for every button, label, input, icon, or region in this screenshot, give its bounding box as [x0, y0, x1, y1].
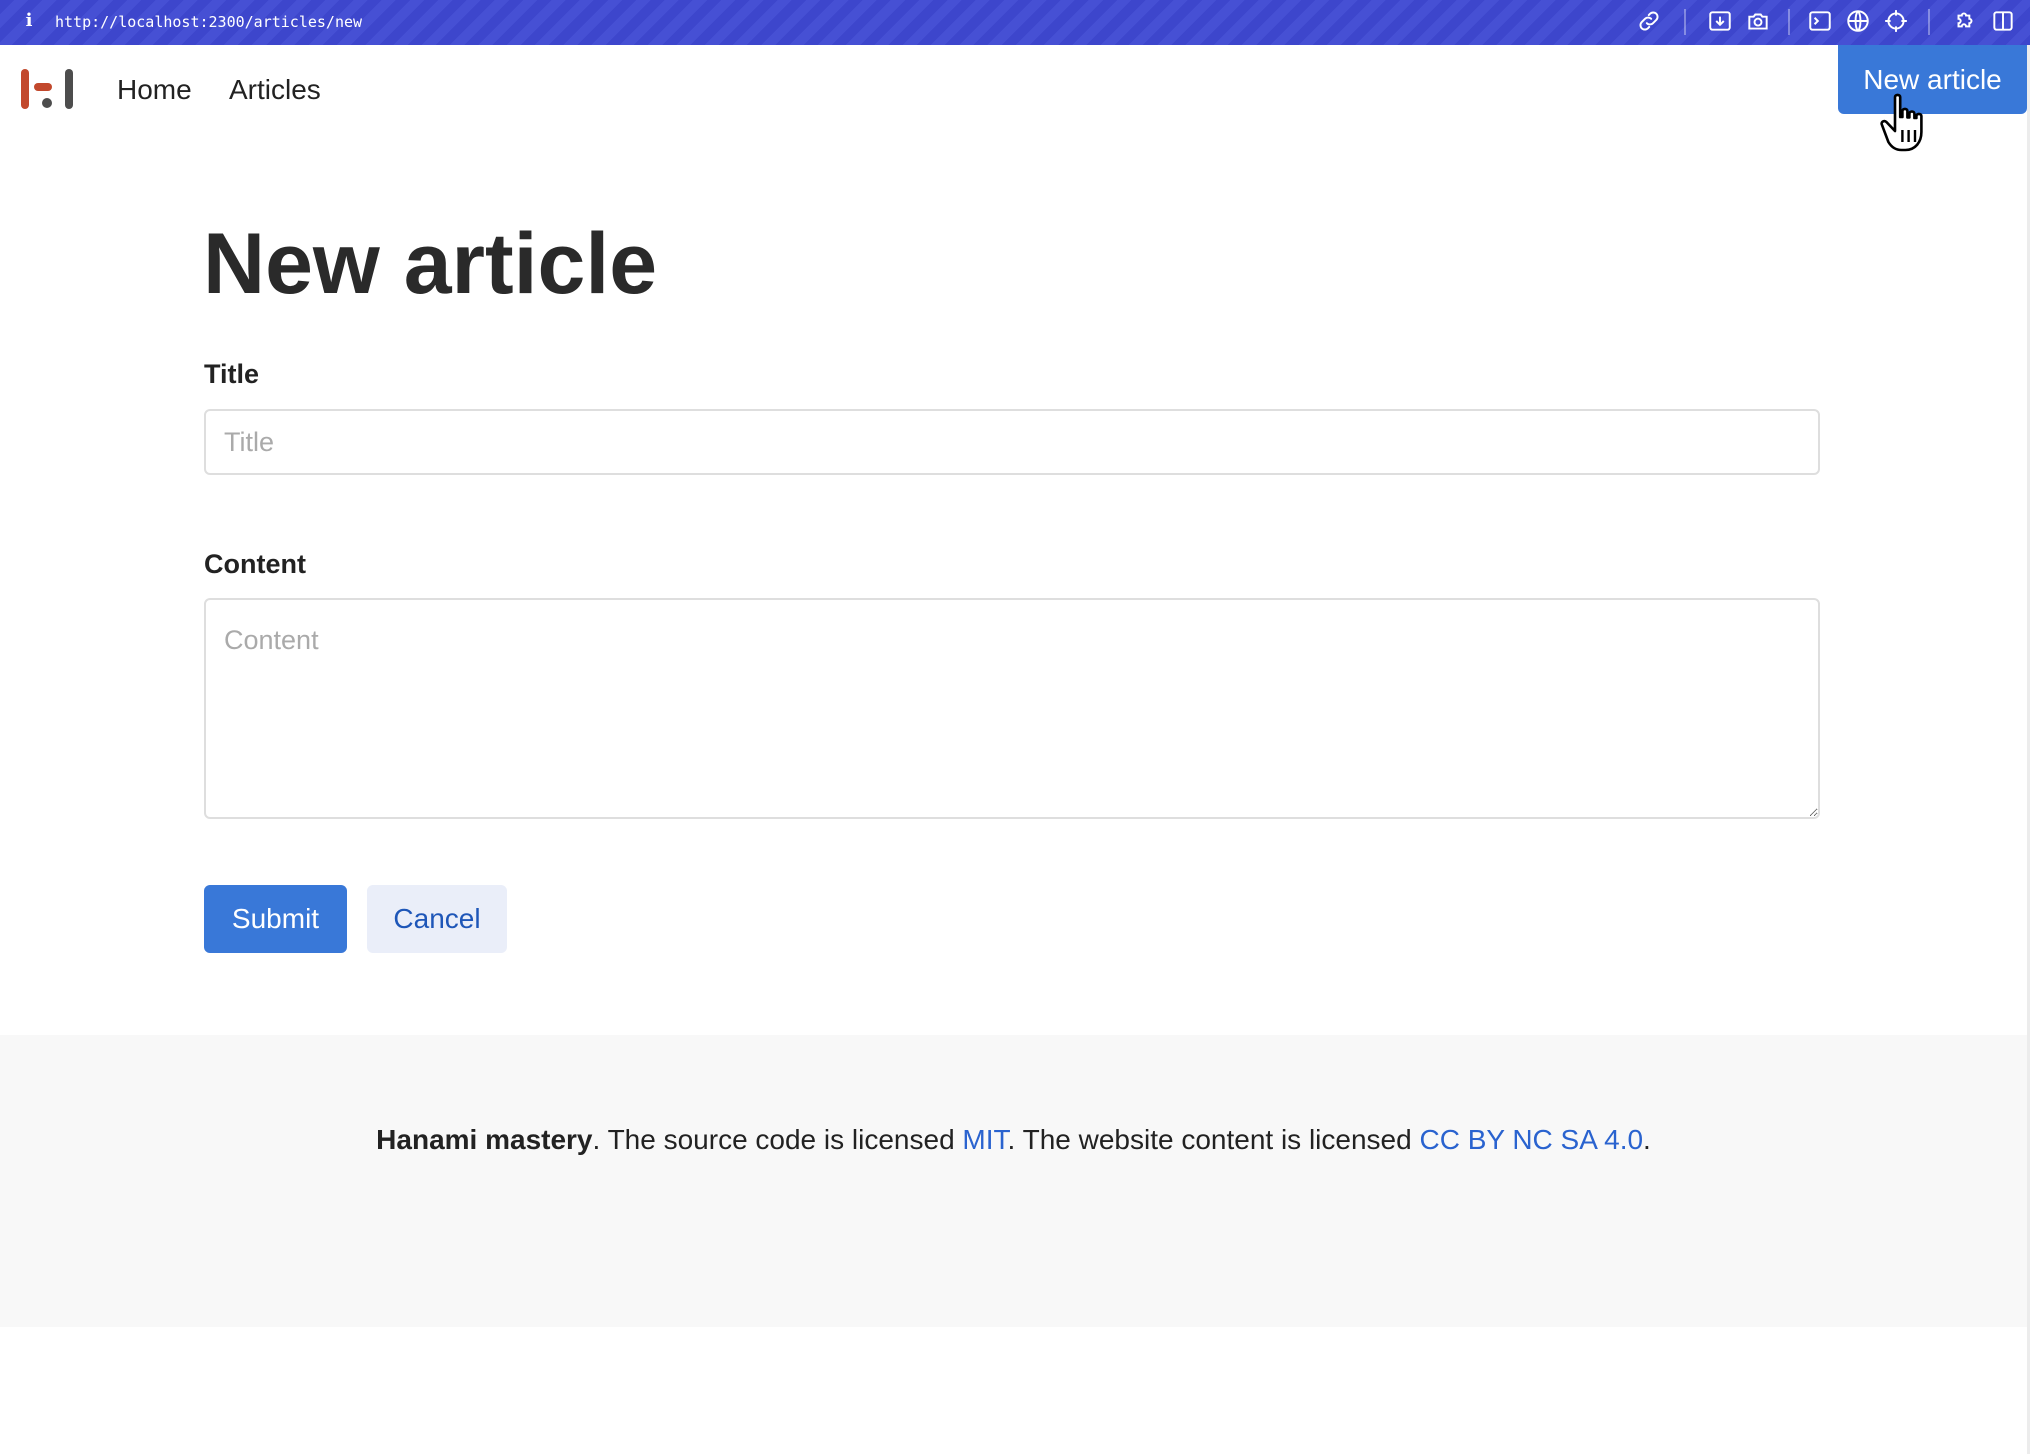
nav-link-articles[interactable]: Articles	[229, 73, 321, 107]
mit-license-link[interactable]: MIT	[962, 1124, 1007, 1155]
footer-brand: Hanami mastery	[376, 1124, 593, 1155]
site-header: Home Articles New article	[0, 45, 2030, 135]
extensions-icon[interactable]	[1952, 8, 1978, 34]
nav-link-home[interactable]: Home	[117, 73, 192, 107]
crosshair-icon[interactable]	[1883, 8, 1909, 34]
page-title: New article	[203, 216, 658, 312]
content-textarea[interactable]	[204, 598, 1820, 819]
download-icon[interactable]	[1707, 8, 1733, 34]
site-footer: Hanami mastery. The source code is licen…	[0, 1035, 2027, 1327]
camera-icon[interactable]	[1745, 8, 1771, 34]
title-input[interactable]	[204, 409, 1820, 475]
toolbar-divider	[1928, 9, 1930, 35]
hanami-logo-icon[interactable]	[21, 69, 75, 109]
browser-toolbar	[1610, 0, 2030, 45]
footer-text-part: .	[1643, 1124, 1651, 1155]
title-label: Title	[204, 359, 260, 389]
footer-text-part: . The source code is licensed	[592, 1124, 963, 1155]
info-icon[interactable]: i	[22, 7, 36, 35]
cc-license-link[interactable]: CC BY NC SA 4.0	[1419, 1124, 1643, 1155]
footer-text-part: . The website content is licensed	[1007, 1124, 1420, 1155]
url-text[interactable]: http://localhost:2300/articles/new	[55, 8, 362, 36]
browser-address-bar: i http://localhost:2300/articles/new	[0, 0, 2030, 45]
new-article-button[interactable]: New article	[1838, 45, 2027, 114]
terminal-icon[interactable]	[1807, 8, 1833, 34]
globe-icon[interactable]	[1845, 8, 1871, 34]
content-label: Content	[204, 549, 306, 579]
toolbar-divider	[1788, 9, 1790, 35]
submit-button[interactable]: Submit	[204, 885, 347, 953]
toolbar-divider	[1684, 9, 1686, 35]
footer-text: Hanami mastery. The source code is licen…	[0, 1123, 2027, 1157]
hand-pointer-cursor-icon	[1880, 93, 1923, 152]
cancel-button[interactable]: Cancel	[367, 885, 507, 953]
link-icon[interactable]	[1636, 8, 1662, 34]
sidebar-icon[interactable]	[1990, 8, 2016, 34]
